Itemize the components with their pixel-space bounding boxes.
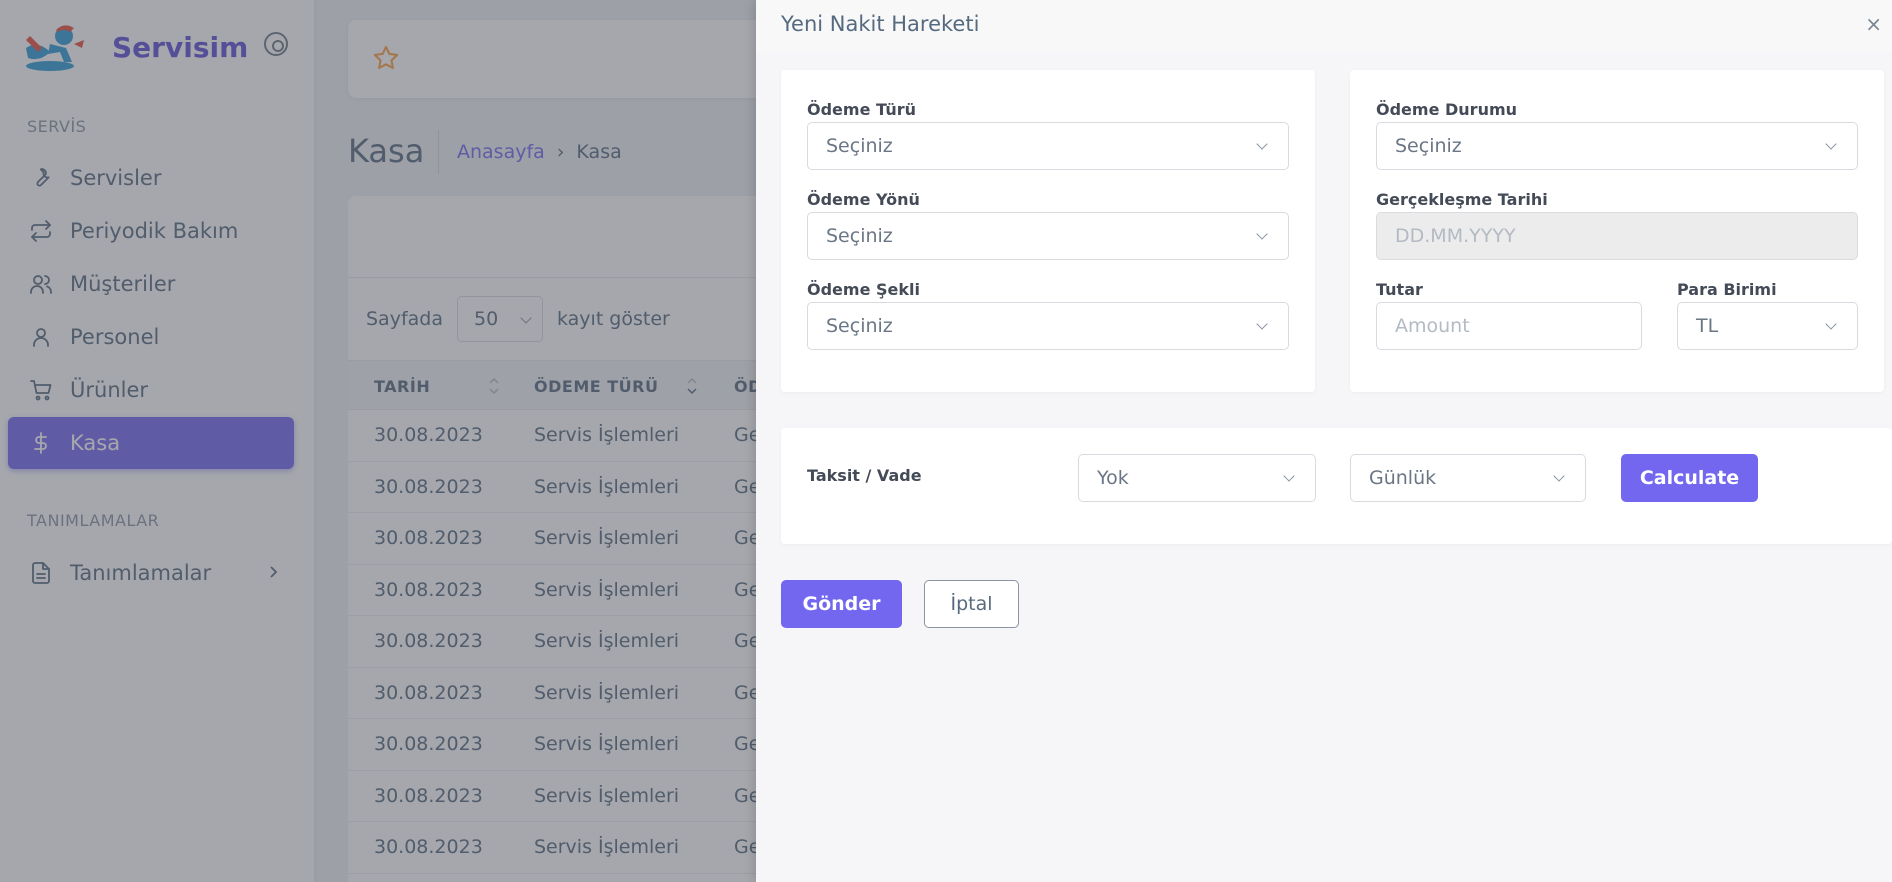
odeme-turu-select[interactable]: Seçiniz — [807, 122, 1289, 170]
gerceklesme-tarihi-input[interactable] — [1376, 212, 1858, 260]
para-birimi-select[interactable]: TL — [1677, 302, 1858, 350]
drawer-header: Yeni Nakit Hareketi × — [756, 0, 1892, 52]
odeme-sekli-label: Ödeme Şekli — [807, 280, 920, 299]
close-icon[interactable]: × — [1865, 12, 1882, 36]
chevron-down-icon — [1553, 470, 1565, 482]
odeme-durumu-label: Ödeme Durumu — [1376, 100, 1518, 119]
taksit-select[interactable]: Yok — [1078, 454, 1316, 502]
odeme-sekli-value: Seçiniz — [826, 315, 893, 337]
vade-select[interactable]: Günlük — [1350, 454, 1586, 502]
installment-panel: Taksit / Vade Yok Günlük Calculate — [781, 428, 1892, 544]
para-birimi-value: TL — [1696, 315, 1719, 337]
chevron-down-icon — [1825, 138, 1837, 150]
chevron-down-icon — [1256, 138, 1268, 150]
chevron-down-icon — [1256, 318, 1268, 330]
chevron-down-icon — [1283, 470, 1295, 482]
taksit-vade-label: Taksit / Vade — [807, 466, 922, 485]
odeme-turu-label: Ödeme Türü — [807, 100, 917, 119]
drawer-title: Yeni Nakit Hareketi — [781, 12, 980, 36]
vade-value: Günlük — [1369, 467, 1437, 489]
payment-status-panel: Ödeme Durumu Seçiniz Gerçekleşme Tarihi … — [1350, 70, 1884, 392]
para-birimi-label: Para Birimi — [1677, 280, 1777, 299]
new-cash-transaction-drawer: Yeni Nakit Hareketi × Ödeme Türü Seçiniz… — [756, 0, 1892, 882]
gerceklesme-tarihi-label: Gerçekleşme Tarihi — [1376, 190, 1548, 209]
cancel-button[interactable]: İptal — [924, 580, 1019, 628]
odeme-sekli-select[interactable]: Seçiniz — [807, 302, 1289, 350]
payment-details-panel: Ödeme Türü Seçiniz Ödeme Yönü Seçiniz Öd… — [781, 70, 1315, 392]
odeme-yonu-value: Seçiniz — [826, 225, 893, 247]
submit-button[interactable]: Gönder — [781, 580, 902, 628]
tutar-input[interactable] — [1376, 302, 1642, 350]
tutar-label: Tutar — [1376, 280, 1423, 299]
odeme-yonu-label: Ödeme Yönü — [807, 190, 920, 209]
odeme-turu-value: Seçiniz — [826, 135, 893, 157]
odeme-durumu-select[interactable]: Seçiniz — [1376, 122, 1858, 170]
chevron-down-icon — [1256, 228, 1268, 240]
calculate-button[interactable]: Calculate — [1621, 454, 1758, 502]
chevron-down-icon — [1825, 318, 1837, 330]
odeme-durumu-value: Seçiniz — [1395, 135, 1462, 157]
taksit-value: Yok — [1097, 467, 1129, 489]
odeme-yonu-select[interactable]: Seçiniz — [807, 212, 1289, 260]
